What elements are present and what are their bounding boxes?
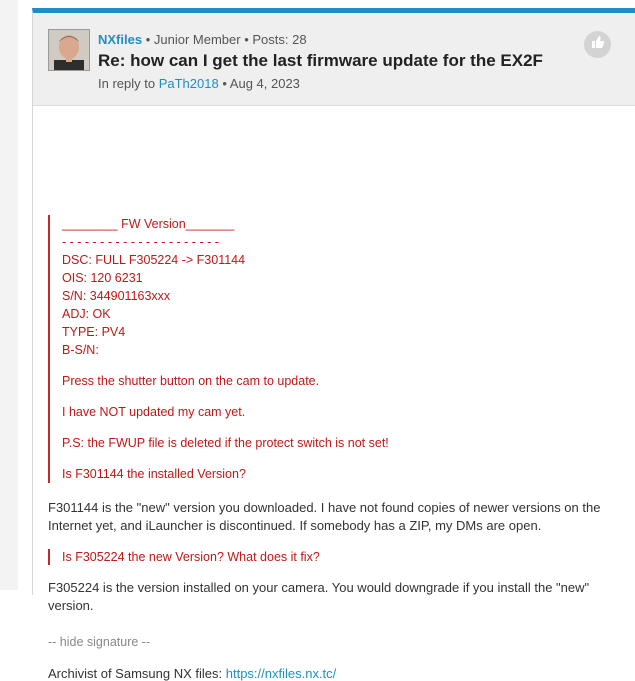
author-post-count: Posts: 28 (252, 32, 307, 47)
quote-paragraph: Is F301144 the installed Version? (62, 467, 246, 481)
post-title[interactable]: Re: how can I get the last firmware upda… (98, 51, 543, 71)
quote-line: B-S/N: (62, 343, 99, 357)
signature-link[interactable]: https://nxfiles.nx.tc/ (226, 666, 337, 681)
reply-info: In reply to PaTh2018 • Aug 4, 2023 (98, 76, 300, 91)
avatar[interactable] (48, 29, 90, 71)
answer-paragraph: F301144 is the "new" version you downloa… (48, 500, 601, 533)
post-header: NXfiles • Junior Member • Posts: 28 Re: … (33, 13, 635, 106)
post-meta: NXfiles • Junior Member • Posts: 28 (98, 32, 307, 47)
quote-paragraph: I have NOT updated my cam yet. (62, 405, 246, 419)
quote-line: - - - - - - - - - - - - - - - - - - - - … (62, 235, 219, 249)
page-gutter (0, 0, 18, 590)
signature: Archivist of Samsung NX files: https://n… (48, 666, 336, 681)
author-role: Junior Member (153, 32, 241, 47)
meta-separator: • (222, 76, 230, 91)
quote-line: S/N: 344901163xxx (62, 289, 171, 303)
quote-line: TYPE: PV4 (62, 325, 126, 339)
quote-paragraph: P.S: the FWUP file is deleted if the pro… (62, 436, 389, 450)
quote-line: ________ FW Version_______ (62, 217, 235, 231)
quote-line: ADJ: OK (62, 307, 111, 321)
forum-post: NXfiles • Junior Member • Posts: 28 Re: … (32, 8, 635, 681)
answer-paragraph: F305224 is the version installed on your… (48, 580, 590, 613)
like-button[interactable] (584, 31, 611, 58)
signature-text: Archivist of Samsung NX files: (48, 666, 226, 681)
author-link[interactable]: NXfiles (98, 32, 142, 47)
meta-separator: • (145, 32, 154, 47)
quote-paragraph: Press the shutter button on the cam to u… (62, 374, 320, 388)
thumbs-up-icon (591, 35, 605, 54)
quote-line: OIS: 120 6231 (62, 271, 143, 285)
quote-line: DSC: FULL F305224 -> F301144 (62, 253, 246, 267)
quote-block: ________ FW Version_______ - - - - - - -… (48, 215, 582, 483)
post-date: Aug 4, 2023 (229, 76, 300, 91)
reply-user-link[interactable]: PaTh2018 (159, 76, 219, 91)
hide-signature-toggle[interactable]: -- hide signature -- (48, 635, 150, 649)
reply-prefix: In reply to (98, 76, 156, 91)
quote-inline: Is F305224 the new Version? What does it… (48, 549, 320, 565)
